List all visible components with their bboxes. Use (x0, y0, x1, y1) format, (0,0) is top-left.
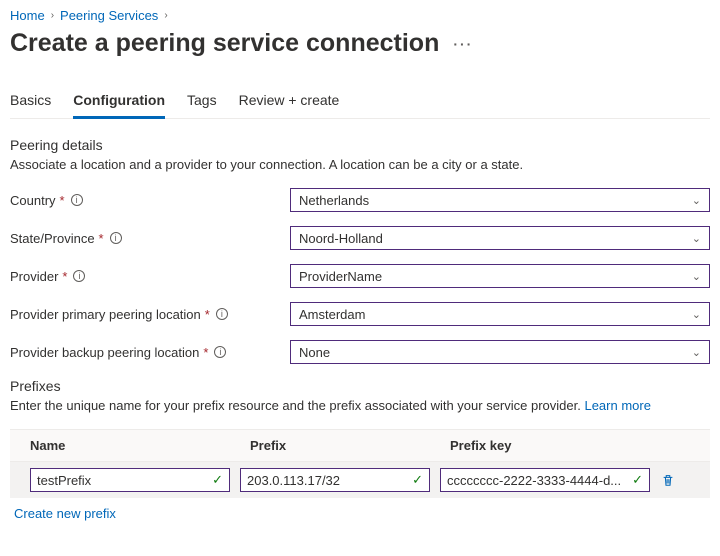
tab-tags[interactable]: Tags (187, 86, 217, 118)
country-label: Country* i (10, 193, 290, 208)
prefix-key-input[interactable]: cccccccc-2222-3333-4444-d... ✓ (440, 468, 650, 492)
chevron-down-icon: ⌄ (692, 346, 701, 359)
tab-basics[interactable]: Basics (10, 86, 51, 118)
table-row: testPrefix ✓ 203.0.113.17/32 ✓ cccccccc-… (10, 462, 710, 498)
peering-details-title: Peering details (10, 137, 710, 153)
create-new-prefix-link[interactable]: Create new prefix (14, 506, 116, 521)
check-icon: ✓ (632, 472, 643, 488)
check-icon: ✓ (412, 472, 423, 488)
info-icon[interactable]: i (214, 346, 226, 358)
col-header-prefix-key: Prefix key (450, 438, 700, 453)
check-icon: ✓ (212, 472, 223, 488)
prefix-value: 203.0.113.17/32 (247, 473, 340, 488)
state-label: State/Province* i (10, 231, 290, 246)
country-select[interactable]: Netherlands ⌄ (290, 188, 710, 212)
prefix-input[interactable]: 203.0.113.17/32 ✓ (240, 468, 430, 492)
chevron-down-icon: ⌄ (692, 308, 701, 321)
delete-icon[interactable] (660, 472, 676, 488)
page-title-text: Create a peering service connection (10, 29, 439, 58)
peering-details-desc: Associate a location and a provider to y… (10, 157, 710, 172)
tab-review-create[interactable]: Review + create (239, 86, 340, 118)
prefixes-desc: Enter the unique name for your prefix re… (10, 398, 710, 413)
more-actions-icon[interactable]: ··· (453, 36, 473, 52)
prefixes-table: Name Prefix Prefix key testPrefix ✓ 203.… (10, 429, 710, 498)
backup-location-label: Provider backup peering location* i (10, 345, 290, 360)
chevron-down-icon: ⌄ (692, 270, 701, 283)
col-header-prefix: Prefix (250, 438, 450, 453)
info-icon[interactable]: i (110, 232, 122, 244)
chevron-down-icon: ⌄ (692, 194, 701, 207)
primary-location-select[interactable]: Amsterdam ⌄ (290, 302, 710, 326)
state-select[interactable]: Noord-Holland ⌄ (290, 226, 710, 250)
learn-more-link[interactable]: Learn more (584, 398, 650, 413)
table-header: Name Prefix Prefix key (10, 429, 710, 462)
info-icon[interactable]: i (71, 194, 83, 206)
info-icon[interactable]: i (73, 270, 85, 282)
breadcrumb-peering-services[interactable]: Peering Services (60, 8, 158, 23)
primary-location-value: Amsterdam (299, 307, 365, 322)
chevron-right-icon: › (164, 10, 167, 21)
breadcrumb: Home › Peering Services › (10, 8, 710, 23)
provider-value: ProviderName (299, 269, 382, 284)
breadcrumb-home[interactable]: Home (10, 8, 45, 23)
state-value: Noord-Holland (299, 231, 383, 246)
chevron-right-icon: › (51, 10, 54, 21)
prefixes-title: Prefixes (10, 378, 710, 394)
info-icon[interactable]: i (216, 308, 228, 320)
provider-select[interactable]: ProviderName ⌄ (290, 264, 710, 288)
prefix-key-value: cccccccc-2222-3333-4444-d... (447, 473, 621, 488)
prefix-name-input[interactable]: testPrefix ✓ (30, 468, 230, 492)
provider-label: Provider* i (10, 269, 290, 284)
prefix-name-value: testPrefix (37, 473, 91, 488)
tab-configuration[interactable]: Configuration (73, 86, 165, 119)
chevron-down-icon: ⌄ (692, 232, 701, 245)
country-value: Netherlands (299, 193, 369, 208)
tabs: Basics Configuration Tags Review + creat… (10, 86, 710, 119)
col-header-name: Name (30, 438, 250, 453)
page-title: Create a peering service connection ··· (10, 29, 710, 58)
primary-location-label: Provider primary peering location* i (10, 307, 290, 322)
backup-location-select[interactable]: None ⌄ (290, 340, 710, 364)
backup-location-value: None (299, 345, 330, 360)
